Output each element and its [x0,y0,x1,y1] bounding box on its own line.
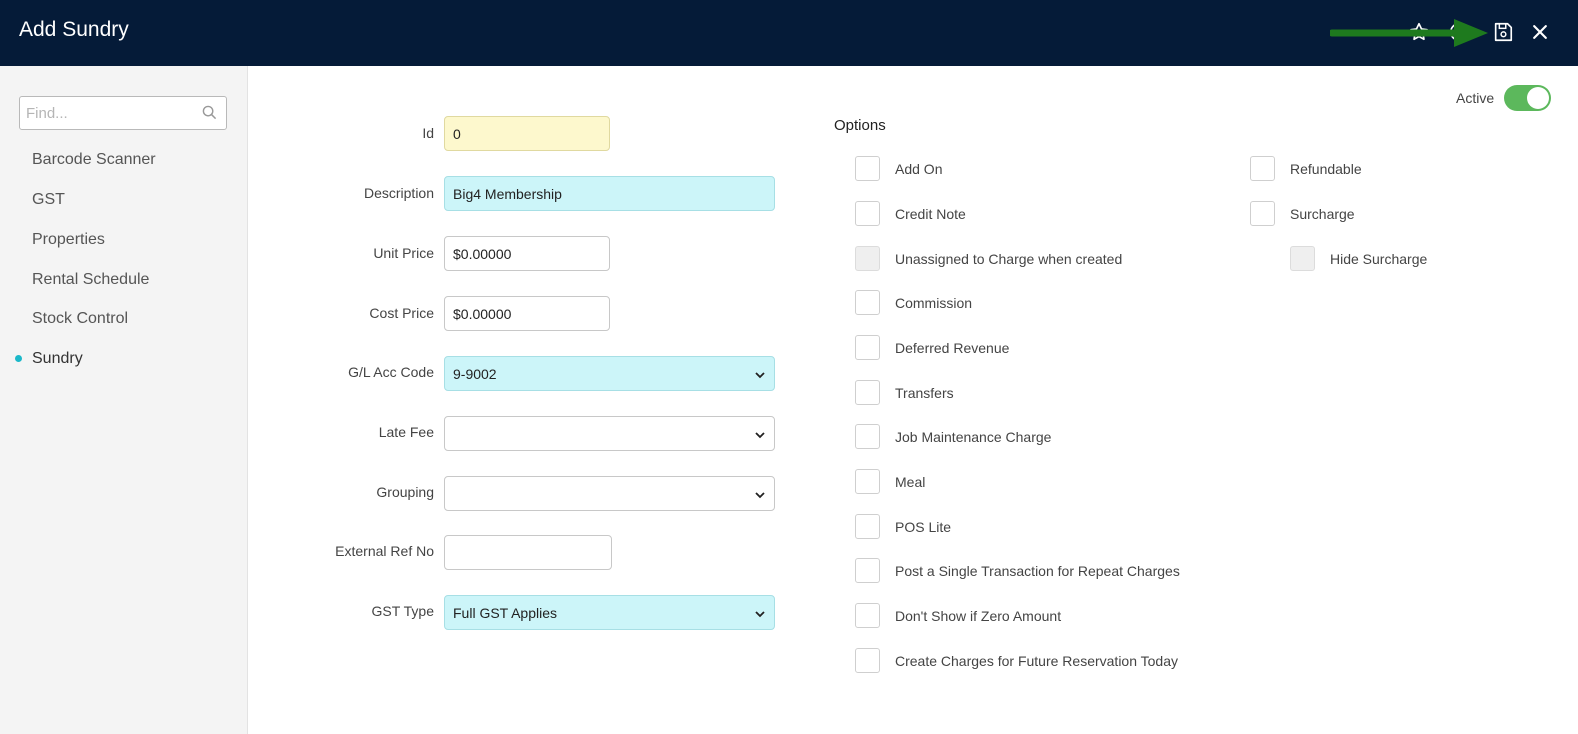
chevron-down-icon [754,368,766,384]
sidebar-item-properties[interactable]: Properties [32,231,105,249]
dont-show-if-zero-checkbox[interactable] [855,603,880,628]
find-box [19,96,227,130]
chevron-down-icon [754,607,766,623]
pos-lite-label: POS Lite [895,519,952,535]
late-fee-label: Late Fee [378,424,434,440]
post-single-transaction-checkbox[interactable] [855,558,880,583]
late-fee-select[interactable] [444,416,775,451]
surcharge-label: Surcharge [1290,206,1355,222]
deferred-revenue-checkbox[interactable] [855,335,880,360]
description-label: Description [363,185,434,201]
unit-price-field[interactable] [444,236,610,271]
chevron-down-icon [754,428,766,444]
gst-type-value: Full GST Applies [453,604,558,621]
chevron-down-icon [754,488,766,504]
job-maintenance-charge-label: Job Maintenance Charge [895,429,1052,445]
sidebar: Barcode Scanner GST Properties Rental Sc… [0,66,248,734]
hide-surcharge-checkbox [1290,246,1315,271]
active-toggle[interactable] [1504,85,1551,111]
gst-type-select[interactable]: Full GST Applies [444,595,775,630]
header-bar: Add Sundry [0,0,1578,66]
save-icon[interactable] [1490,19,1516,45]
commission-checkbox[interactable] [855,290,880,315]
help-icon[interactable] [1446,19,1472,45]
job-maintenance-charge-checkbox[interactable] [855,424,880,449]
deferred-revenue-label: Deferred Revenue [895,340,1010,356]
gl-acc-code-label: G/L Acc Code [348,364,434,380]
page-title: Add Sundry [19,18,129,41]
add-on-checkbox[interactable] [855,156,880,181]
active-label: Active [1456,90,1495,106]
find-input[interactable] [20,97,190,129]
options-title: Options [834,117,886,134]
credit-note-label: Credit Note [895,206,966,222]
id-field[interactable] [444,116,610,151]
gl-acc-code-value: 9-9002 [453,365,497,382]
sidebar-item-gst[interactable]: GST [32,191,65,209]
search-icon [202,105,217,125]
transfers-checkbox[interactable] [855,380,880,405]
hide-surcharge-label: Hide Surcharge [1330,251,1428,267]
close-icon[interactable] [1527,19,1553,45]
external-ref-no-label: External Ref No [335,543,434,559]
sidebar-item-rental-schedule[interactable]: Rental Schedule [32,271,149,289]
post-single-transaction-label: Post a Single Transaction for Repeat Cha… [895,563,1180,579]
external-ref-no-field[interactable] [444,535,612,570]
meal-label: Meal [895,474,926,490]
sidebar-item-stock-control[interactable]: Stock Control [32,310,128,328]
gst-type-label: GST Type [371,603,434,619]
pos-lite-checkbox[interactable] [855,514,880,539]
description-field[interactable] [444,176,775,211]
sidebar-item-barcode-scanner[interactable]: Barcode Scanner [32,151,156,169]
unassigned-to-charge-checkbox [855,246,880,271]
unassigned-to-charge-label: Unassigned to Charge when created [895,251,1123,267]
gl-acc-code-select[interactable]: 9-9002 [444,356,775,391]
surcharge-checkbox[interactable] [1250,201,1275,226]
cost-price-field[interactable] [444,296,610,331]
meal-checkbox[interactable] [855,469,880,494]
refundable-checkbox[interactable] [1250,156,1275,181]
toggle-knob [1527,87,1549,109]
add-on-label: Add On [895,161,943,177]
create-charges-future-label: Create Charges for Future Reservation To… [895,653,1178,669]
grouping-select[interactable] [444,476,775,511]
credit-note-checkbox[interactable] [855,201,880,226]
refundable-label: Refundable [1290,161,1362,177]
active-indicator-dot [15,355,22,362]
star-icon[interactable] [1406,19,1432,45]
commission-label: Commission [895,295,973,311]
transfers-label: Transfers [895,385,954,401]
unit-price-label: Unit Price [373,245,434,261]
sidebar-item-sundry[interactable]: Sundry [32,350,83,368]
cost-price-label: Cost Price [369,305,434,321]
grouping-label: Grouping [376,484,434,500]
create-charges-future-checkbox[interactable] [855,648,880,673]
id-label: Id [422,125,434,141]
dont-show-if-zero-label: Don't Show if Zero Amount [895,608,1062,624]
